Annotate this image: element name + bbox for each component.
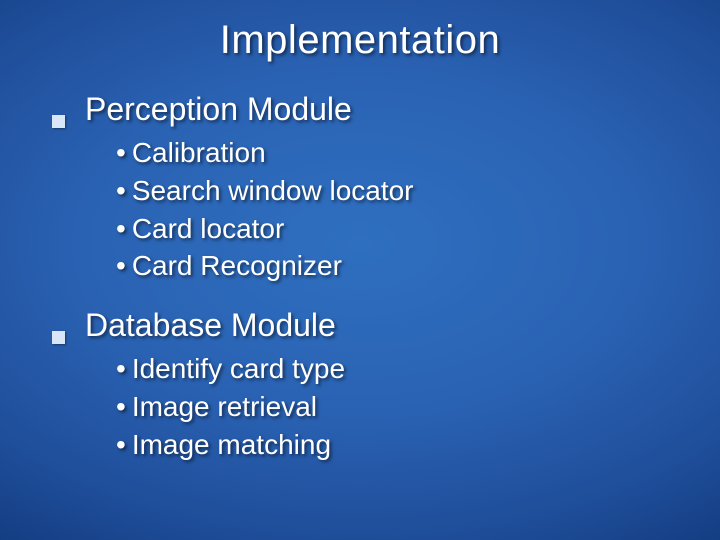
dot-bullet-icon: • bbox=[116, 391, 126, 422]
list-item: •Card locator bbox=[116, 210, 680, 248]
list-item: •Calibration bbox=[116, 134, 680, 172]
section-heading-row: Perception Module bbox=[52, 91, 680, 128]
list-item-text: Image matching bbox=[132, 429, 331, 460]
slide: Implementation Perception Module •Calibr… bbox=[0, 0, 720, 540]
slide-body: Perception Module •Calibration •Search w… bbox=[40, 91, 680, 464]
list-item-text: Card locator bbox=[132, 213, 285, 244]
square-bullet-icon bbox=[52, 331, 65, 344]
list-item: •Image matching bbox=[116, 426, 680, 464]
list-item: •Image retrieval bbox=[116, 388, 680, 426]
list-item-text: Card Recognizer bbox=[132, 250, 342, 281]
dot-bullet-icon: • bbox=[116, 429, 126, 460]
dot-bullet-icon: • bbox=[116, 175, 126, 206]
list-item-text: Identify card type bbox=[132, 353, 345, 384]
list-item: •Identify card type bbox=[116, 350, 680, 388]
section-heading: Perception Module bbox=[85, 91, 352, 128]
square-bullet-icon bbox=[52, 115, 65, 128]
list-item-text: Search window locator bbox=[132, 175, 414, 206]
section-items: •Calibration •Search window locator •Car… bbox=[116, 134, 680, 285]
list-item-text: Image retrieval bbox=[132, 391, 317, 422]
dot-bullet-icon: • bbox=[116, 250, 126, 281]
list-item-text: Calibration bbox=[132, 137, 266, 168]
list-item: •Card Recognizer bbox=[116, 247, 680, 285]
section-items: •Identify card type •Image retrieval •Im… bbox=[116, 350, 680, 463]
dot-bullet-icon: • bbox=[116, 213, 126, 244]
slide-title: Implementation bbox=[40, 18, 680, 63]
dot-bullet-icon: • bbox=[116, 137, 126, 168]
section-heading-row: Database Module bbox=[52, 307, 680, 344]
dot-bullet-icon: • bbox=[116, 353, 126, 384]
section-heading: Database Module bbox=[85, 307, 336, 344]
list-item: •Search window locator bbox=[116, 172, 680, 210]
